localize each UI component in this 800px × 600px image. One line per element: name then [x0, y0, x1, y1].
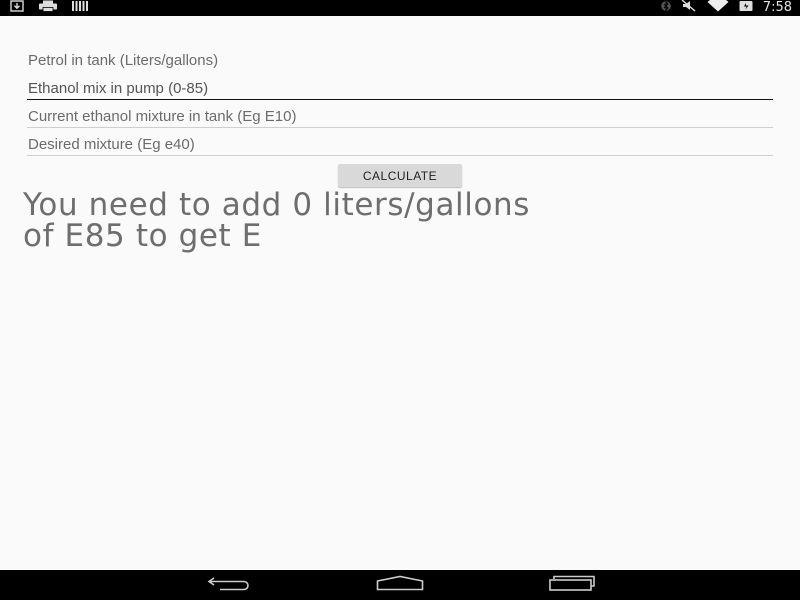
navigation-bar: [0, 570, 800, 600]
recents-icon: [548, 575, 596, 596]
result-text: You need to add 0 liters/gallons of E85 …: [23, 190, 783, 252]
status-bar: 7:58: [0, 0, 800, 16]
mute-icon: [681, 0, 697, 17]
home-icon: [376, 575, 424, 596]
battery-icon: [739, 0, 753, 17]
download-icon: [10, 0, 24, 17]
home-button[interactable]: [376, 575, 424, 595]
desired-mixture-field[interactable]: Desired mixture (Eg e40): [27, 129, 773, 156]
bluetooth-icon: [660, 0, 671, 17]
result-line-1: You need to add 0 liters/gallons: [23, 187, 531, 223]
calculate-button[interactable]: CALCULATE: [338, 164, 462, 187]
ethanol-mix-in-pump-placeholder: Ethanol mix in pump (0-85): [28, 80, 209, 97]
clock: 7:58: [762, 0, 792, 15]
current-ethanol-mixture-field[interactable]: Current ethanol mixture in tank (Eg E10): [27, 101, 773, 128]
print-icon: [38, 0, 58, 17]
wifi-icon: [707, 0, 729, 17]
desired-mixture-placeholder: Desired mixture (Eg e40): [28, 136, 195, 153]
back-icon: [206, 575, 252, 596]
result-line-2: of E85 to get E: [23, 218, 262, 254]
petrol-in-tank-placeholder: Petrol in tank (Liters/gallons): [28, 52, 219, 69]
ethanol-mix-in-pump-field[interactable]: Ethanol mix in pump (0-85): [27, 73, 773, 100]
recents-button[interactable]: [548, 575, 596, 595]
back-button[interactable]: [205, 575, 253, 595]
petrol-in-tank-field[interactable]: Petrol in tank (Liters/gallons): [27, 45, 773, 72]
current-ethanol-mixture-placeholder: Current ethanol mixture in tank (Eg E10): [28, 108, 297, 125]
barcode-icon: [72, 0, 88, 17]
